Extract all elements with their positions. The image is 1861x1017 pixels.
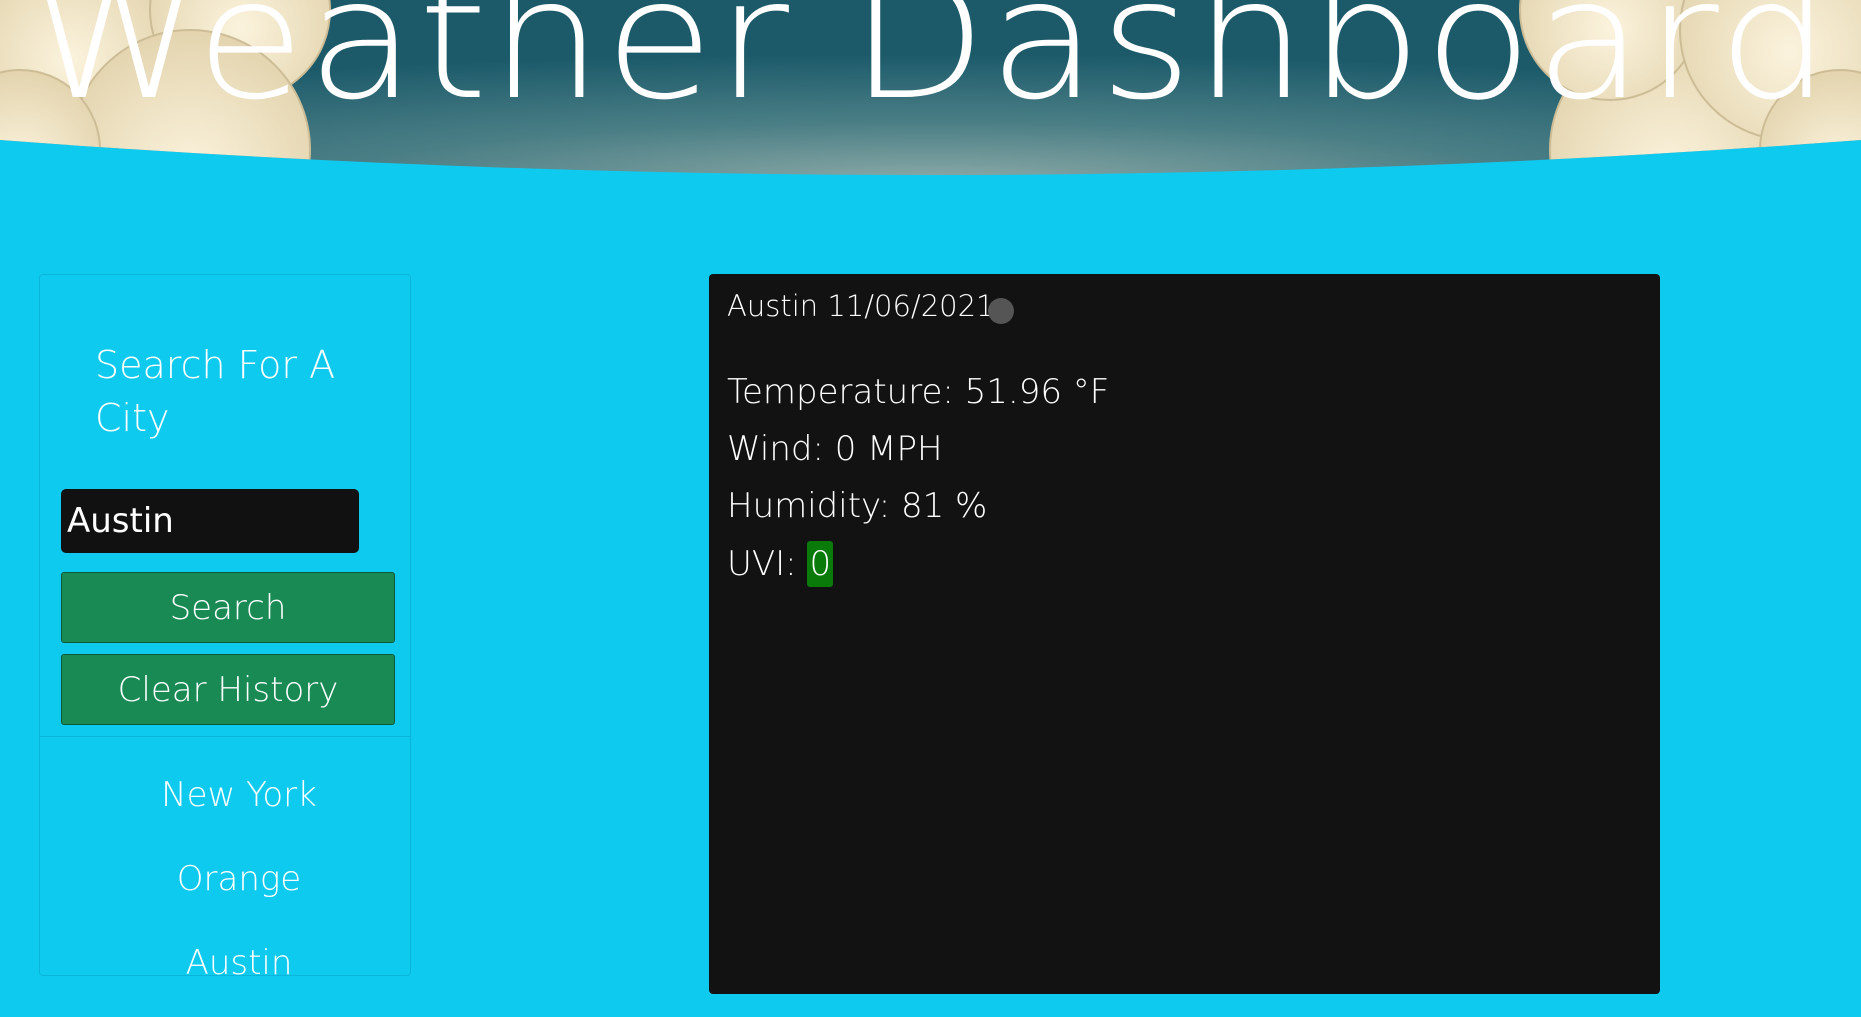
city-search-input[interactable] (61, 489, 359, 553)
search-heading: Search For A City (95, 343, 336, 440)
uvi-label: UVI: (727, 544, 808, 584)
header-banner: Weather Dashboard (0, 0, 1861, 180)
wind-text: Wind: 0 MPH (727, 429, 943, 469)
search-sidebar: Search For A City Search Clear History N… (39, 274, 411, 983)
city-date-title: Austin 11/06/2021 (727, 289, 995, 323)
current-weather-card: Austin 11/06/2021 Temperature: 51.96 °F … (709, 274, 1660, 994)
history-item[interactable]: Orange (40, 849, 410, 933)
temperature-text: Temperature: 51.96 °F (727, 372, 1110, 412)
search-history-list: New York Orange Austin (40, 765, 410, 1017)
weather-icon (988, 298, 1014, 324)
divider (40, 736, 410, 737)
history-item[interactable]: New York (40, 765, 410, 849)
uvi-badge: 0 (807, 541, 834, 587)
uvi-row: UVI: 0 (727, 541, 834, 587)
page-title: Weather Dashboard (28, 0, 1833, 137)
history-item[interactable]: Austin (40, 933, 410, 1017)
clear-history-button[interactable]: Clear History (61, 654, 395, 725)
humidity-text: Humidity: 81 % (727, 486, 988, 526)
search-button[interactable]: Search (61, 572, 395, 643)
